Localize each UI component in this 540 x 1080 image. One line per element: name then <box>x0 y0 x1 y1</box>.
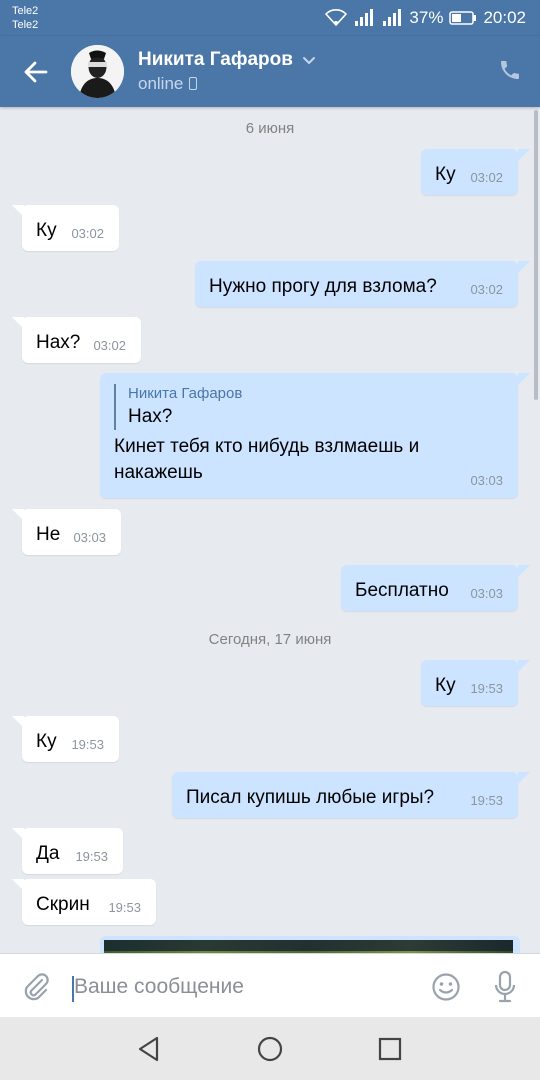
message-text: Скрин <box>36 894 90 915</box>
wifi-icon <box>325 9 348 27</box>
online-status: online <box>138 74 198 94</box>
message-text: Не <box>36 524 61 545</box>
chat-header: Никита Гафаров online <box>0 36 540 107</box>
quoted-message[interactable]: Никита Гафаров Нах? <box>114 384 504 430</box>
message-time: 03:02 <box>470 170 503 185</box>
date-separator: Сегодня, 17 июня <box>208 631 332 648</box>
message-text: Ку <box>36 731 57 752</box>
message-outgoing[interactable]: Бесплатно 03:03 <box>341 565 530 611</box>
message-time: 03:02 <box>93 338 126 353</box>
carrier-label: Tele2 <box>12 5 39 17</box>
image-attachment[interactable] <box>100 936 520 953</box>
chevron-down-icon[interactable] <box>302 53 316 67</box>
signal-icon <box>383 9 402 26</box>
message-input[interactable] <box>72 972 394 1002</box>
message-incoming[interactable]: Скрин 19:53 <box>12 879 156 925</box>
message-text: Ку <box>36 220 57 241</box>
message-text: Ку <box>435 675 456 696</box>
nav-home-icon[interactable] <box>255 1034 285 1064</box>
message-time: 03:03 <box>470 586 503 601</box>
message-incoming[interactable]: Да 19:53 <box>12 828 123 874</box>
message-time: 03:02 <box>71 226 104 241</box>
message-text: Писал купишь любые игры? <box>186 787 435 808</box>
battery-icon <box>449 11 477 25</box>
status-bar: Tele2 Tele2 37% 20:02 <box>0 0 540 36</box>
battery-percent: 37% <box>409 8 444 27</box>
message-text: Ку <box>435 164 456 185</box>
message-text-line: Кинет тебя кто нибудь взлмаешь и <box>114 436 420 457</box>
scrollbar[interactable] <box>534 110 538 400</box>
signal-icon <box>355 9 374 26</box>
message-time: 19:53 <box>470 793 503 808</box>
game-hud-strip <box>104 940 513 951</box>
back-arrow-icon[interactable] <box>22 58 50 86</box>
message-text: Бесплатно <box>355 580 449 601</box>
message-time: 19:53 <box>71 737 104 752</box>
quoted-author: Никита Гафаров <box>128 385 243 402</box>
message-time: 19:53 <box>108 900 141 915</box>
message-incoming[interactable]: Ку 19:53 <box>12 716 119 762</box>
message-time: 19:53 <box>75 849 108 864</box>
message-time: 03:03 <box>470 473 503 488</box>
microphone-icon[interactable] <box>493 970 517 1004</box>
contact-name[interactable]: Никита Гафаров <box>138 49 293 71</box>
avatar[interactable] <box>71 45 124 98</box>
paperclip-icon[interactable] <box>22 972 50 1002</box>
message-list[interactable]: 6 июня Ку 03:02 Ку 03:02 Нужно прогу для… <box>0 107 540 953</box>
screenshot-thumbnail[interactable] <box>104 940 513 953</box>
message-text: Нах? <box>36 332 81 353</box>
message-outgoing[interactable]: Ку 03:02 <box>421 149 530 195</box>
date-separator: 6 июня <box>245 120 295 137</box>
system-navigation-bar <box>0 1017 540 1080</box>
message-outgoing[interactable]: Нужно прогу для взлома? 03:02 <box>195 261 530 307</box>
message-time: 19:53 <box>470 681 503 696</box>
online-status-label: online <box>138 74 184 93</box>
quoted-text: Нах? <box>128 406 173 427</box>
status-icons: 37% 20:02 <box>325 8 526 28</box>
message-text: Нужно прогу для взлома? <box>209 276 437 297</box>
message-outgoing-reply[interactable]: Никита Гафаров Нах? Кинет тебя кто нибуд… <box>100 373 530 498</box>
message-outgoing[interactable]: Писал купишь любые игры? 19:53 <box>172 772 530 818</box>
message-time: 03:02 <box>470 282 503 297</box>
message-incoming[interactable]: Нах? 03:02 <box>12 317 141 363</box>
message-text: Да <box>36 843 60 864</box>
message-incoming[interactable]: Ку 03:02 <box>12 205 119 251</box>
nav-recents-icon[interactable] <box>375 1034 405 1064</box>
clock: 20:02 <box>483 8 526 27</box>
message-time: 03:03 <box>73 530 106 545</box>
message-text-line: накажешь <box>114 462 203 483</box>
message-outgoing[interactable]: Ку 19:53 <box>421 660 530 706</box>
mobile-icon <box>189 77 198 90</box>
emoji-icon[interactable] <box>431 972 461 1002</box>
carrier-label: Tele2 <box>12 19 39 31</box>
message-incoming[interactable]: Не 03:03 <box>12 509 121 555</box>
nav-back-icon[interactable] <box>134 1034 164 1064</box>
message-composer <box>0 953 540 1018</box>
phone-icon[interactable] <box>498 58 522 82</box>
